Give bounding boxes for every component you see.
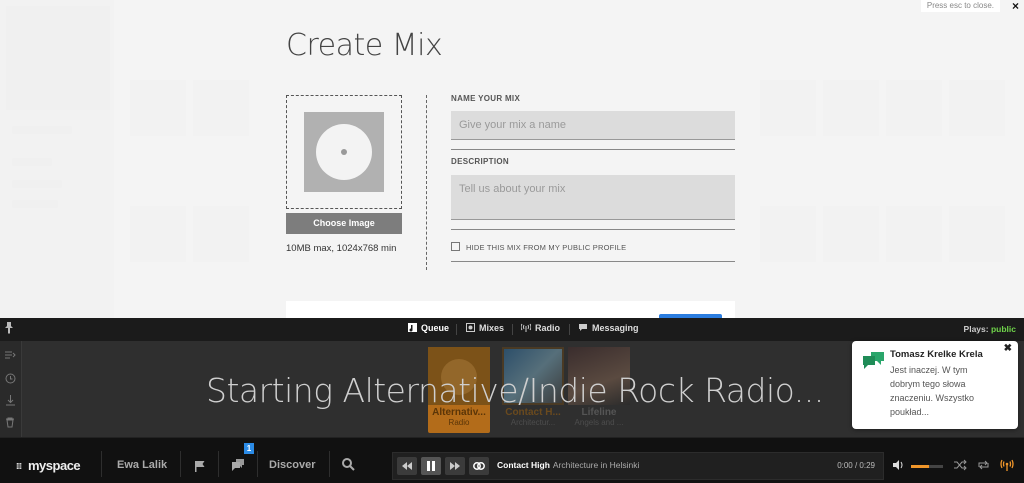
queue-sidebar bbox=[0, 341, 22, 437]
next-button[interactable] bbox=[445, 457, 465, 475]
pin-icon[interactable] bbox=[4, 322, 14, 336]
bottom-bar: ⁞⁞⁞ myspace Ewa Lalik 1 Discover Contact … bbox=[0, 437, 1024, 483]
logo-text: myspace bbox=[28, 458, 81, 473]
esc-hint: Press esc to close. bbox=[920, 0, 1000, 12]
now-playing-title: Contact High bbox=[497, 460, 550, 470]
now-playing-artist: Architecture in Helsinki bbox=[552, 460, 640, 470]
description-underline bbox=[451, 229, 735, 230]
disc-hole bbox=[341, 149, 347, 155]
tab-separator bbox=[512, 324, 513, 335]
page-title: Create Mix bbox=[286, 28, 443, 63]
close-icon[interactable]: × bbox=[1012, 0, 1019, 13]
queue-item-subtitle: Architectur... bbox=[510, 418, 556, 427]
plays-value[interactable]: public bbox=[991, 324, 1016, 334]
shuffle-icon[interactable] bbox=[954, 458, 967, 471]
rewind-icon bbox=[402, 462, 412, 470]
create-mix-modal: Press esc to close. × Create Mix Choose … bbox=[0, 0, 1024, 318]
hide-underline bbox=[451, 261, 735, 262]
tab-label: Mixes bbox=[479, 323, 505, 333]
notification-count-badge: 1 bbox=[244, 443, 254, 454]
player-controls: Contact High Architecture in Helsinki 0:0… bbox=[392, 452, 884, 480]
pause-icon bbox=[427, 461, 435, 471]
tab-label: Messaging bbox=[592, 323, 639, 333]
queue-icon bbox=[408, 323, 417, 332]
flag-icon[interactable] bbox=[194, 459, 206, 472]
pause-button[interactable] bbox=[421, 457, 441, 475]
bar-separator bbox=[218, 451, 219, 477]
image-size-note: 10MB max, 1024x768 min bbox=[286, 243, 397, 254]
tab-separator bbox=[456, 324, 457, 335]
download-icon[interactable] bbox=[5, 395, 16, 406]
mix-name-input[interactable] bbox=[451, 111, 735, 140]
tab-label: Radio bbox=[535, 323, 561, 333]
message-notification[interactable]: Tomasz Krelke Krela Jest inaczej. W tym … bbox=[852, 341, 1018, 429]
logo-mark-icon: ⁞⁞⁞ bbox=[16, 462, 22, 471]
name-underline bbox=[451, 149, 735, 150]
now-playing[interactable]: Contact High Architecture in Helsinki bbox=[497, 460, 639, 470]
messaging-icon bbox=[579, 324, 587, 331]
disc-icon bbox=[316, 124, 372, 180]
mixes-icon bbox=[466, 323, 475, 332]
tab-queue[interactable]: Queue bbox=[408, 323, 449, 333]
history-icon[interactable] bbox=[5, 373, 16, 384]
tab-messaging[interactable]: Messaging bbox=[578, 323, 639, 333]
name-label: NAME YOUR MIX bbox=[451, 94, 521, 103]
discover-link[interactable]: Discover bbox=[269, 459, 315, 471]
queue-item-subtitle: Radio bbox=[448, 418, 470, 427]
plays-label: Plays: bbox=[963, 324, 989, 334]
close-icon[interactable]: ✖ bbox=[1004, 343, 1012, 354]
user-name-link[interactable]: Ewa Lalik bbox=[117, 459, 167, 471]
radio-broadcast-icon[interactable] bbox=[1000, 458, 1014, 471]
mix-image-placeholder bbox=[304, 112, 384, 192]
hide-mix-checkbox[interactable] bbox=[451, 242, 460, 251]
form-divider bbox=[426, 95, 427, 270]
trash-icon[interactable] bbox=[5, 417, 16, 428]
linked-circles-icon bbox=[473, 462, 485, 470]
bar-separator bbox=[257, 451, 258, 477]
connect-button[interactable] bbox=[469, 457, 489, 475]
mix-image-dropzone[interactable] bbox=[286, 95, 402, 209]
bar-separator bbox=[101, 451, 102, 477]
mix-description-input[interactable] bbox=[451, 175, 735, 220]
volume-level bbox=[911, 465, 929, 468]
previous-button[interactable] bbox=[397, 457, 417, 475]
radio-status-message: Starting Alternative/Indie Rock Radio... bbox=[206, 371, 824, 410]
myspace-logo[interactable]: ⁞⁞⁞ myspace bbox=[16, 458, 81, 473]
bar-separator bbox=[180, 451, 181, 477]
queue-item-subtitle: Angels and ... bbox=[574, 418, 624, 427]
plays-visibility: Plays: public bbox=[964, 324, 1016, 334]
tab-label: Queue bbox=[421, 323, 450, 333]
notification-sender: Tomasz Krelke Krela bbox=[890, 349, 983, 360]
bar-separator bbox=[329, 451, 330, 477]
tab-separator bbox=[569, 324, 570, 335]
player-tab-bar: Queue Mixes Radio Messaging Plays: publi… bbox=[0, 318, 1024, 341]
tab-mixes[interactable]: Mixes bbox=[466, 323, 504, 333]
chat-icon[interactable] bbox=[231, 458, 245, 471]
hide-mix-label: HIDE THIS MIX FROM MY PUBLIC PROFILE bbox=[466, 243, 627, 252]
tab-radio[interactable]: Radio bbox=[520, 323, 561, 333]
volume-slider[interactable] bbox=[911, 465, 943, 468]
repeat-icon[interactable] bbox=[977, 458, 990, 470]
notification-message: Jest inaczej. W tym dobrym tego słowa zn… bbox=[890, 365, 975, 417]
chat-bubbles-icon bbox=[862, 351, 886, 371]
volume-icon[interactable] bbox=[892, 458, 904, 470]
reorder-icon[interactable] bbox=[5, 351, 16, 362]
description-label: DESCRIPTION bbox=[451, 157, 509, 166]
track-time: 0:00 / 0:29 bbox=[837, 461, 875, 470]
fast-forward-icon bbox=[450, 462, 460, 470]
radio-icon bbox=[520, 323, 532, 332]
search-icon[interactable] bbox=[342, 458, 355, 471]
choose-image-button[interactable]: Choose Image bbox=[286, 213, 402, 234]
